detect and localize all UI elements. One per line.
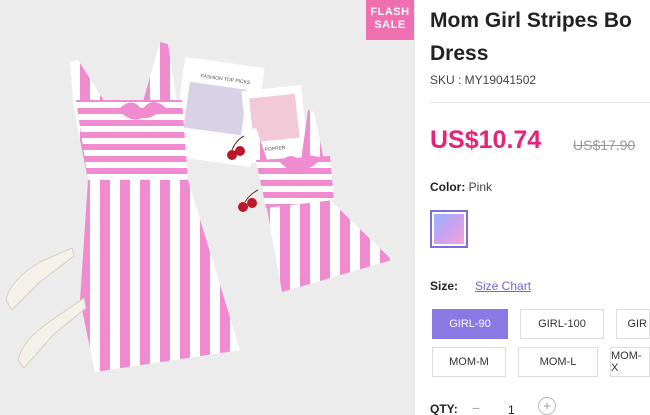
product-title: Mom Girl Stripes Bo Dress bbox=[430, 4, 650, 70]
title-line1: Mom Girl Stripes Bo bbox=[430, 9, 632, 32]
quantity-increase-button[interactable]: + bbox=[538, 397, 556, 415]
original-price: US$17.90 bbox=[573, 137, 636, 153]
quantity-label: QTY: bbox=[430, 402, 458, 415]
title-line2: Dress bbox=[430, 42, 489, 65]
color-swatch-pink[interactable] bbox=[430, 210, 468, 248]
quantity-value[interactable]: 1 bbox=[508, 403, 515, 415]
color-label: Color: bbox=[430, 180, 466, 194]
badge-line1: FLASH bbox=[370, 6, 410, 18]
size-label: Size: bbox=[430, 279, 459, 293]
magazine-card-2: POPPER bbox=[241, 85, 309, 163]
swatch-thumbnail bbox=[434, 214, 464, 244]
size-option-mom-m[interactable]: MOM-M bbox=[432, 347, 506, 377]
size-chart-link[interactable]: Size Chart bbox=[475, 279, 531, 293]
color-value: Pink bbox=[468, 180, 493, 194]
badge-line2: SALE bbox=[374, 19, 406, 31]
product-image[interactable]: FASHION TOP PICKS POPPER FLASH SALE bbox=[0, 0, 415, 415]
size-option-mom-xl[interactable]: MOM-X bbox=[610, 347, 650, 377]
sku-label: SKU : MY19041502 bbox=[430, 73, 537, 87]
size-option-mom-l[interactable]: MOM-L bbox=[518, 347, 598, 377]
color-row: Color: Pink bbox=[430, 180, 492, 194]
flash-sale-badge: FLASH SALE bbox=[366, 0, 414, 40]
quantity-decrease-button[interactable]: − bbox=[472, 400, 480, 415]
size-option-girl-110[interactable]: GIR bbox=[616, 309, 650, 339]
product-photo: FASHION TOP PICKS POPPER bbox=[0, 0, 415, 415]
product-info: Mom Girl Stripes Bo Dress SKU : MY190415… bbox=[430, 0, 650, 415]
divider bbox=[430, 102, 650, 103]
sale-price: US$10.74 bbox=[430, 126, 542, 154]
size-option-girl-90[interactable]: GIRL-90 bbox=[432, 309, 508, 339]
size-option-girl-100[interactable]: GIRL-100 bbox=[520, 309, 604, 339]
